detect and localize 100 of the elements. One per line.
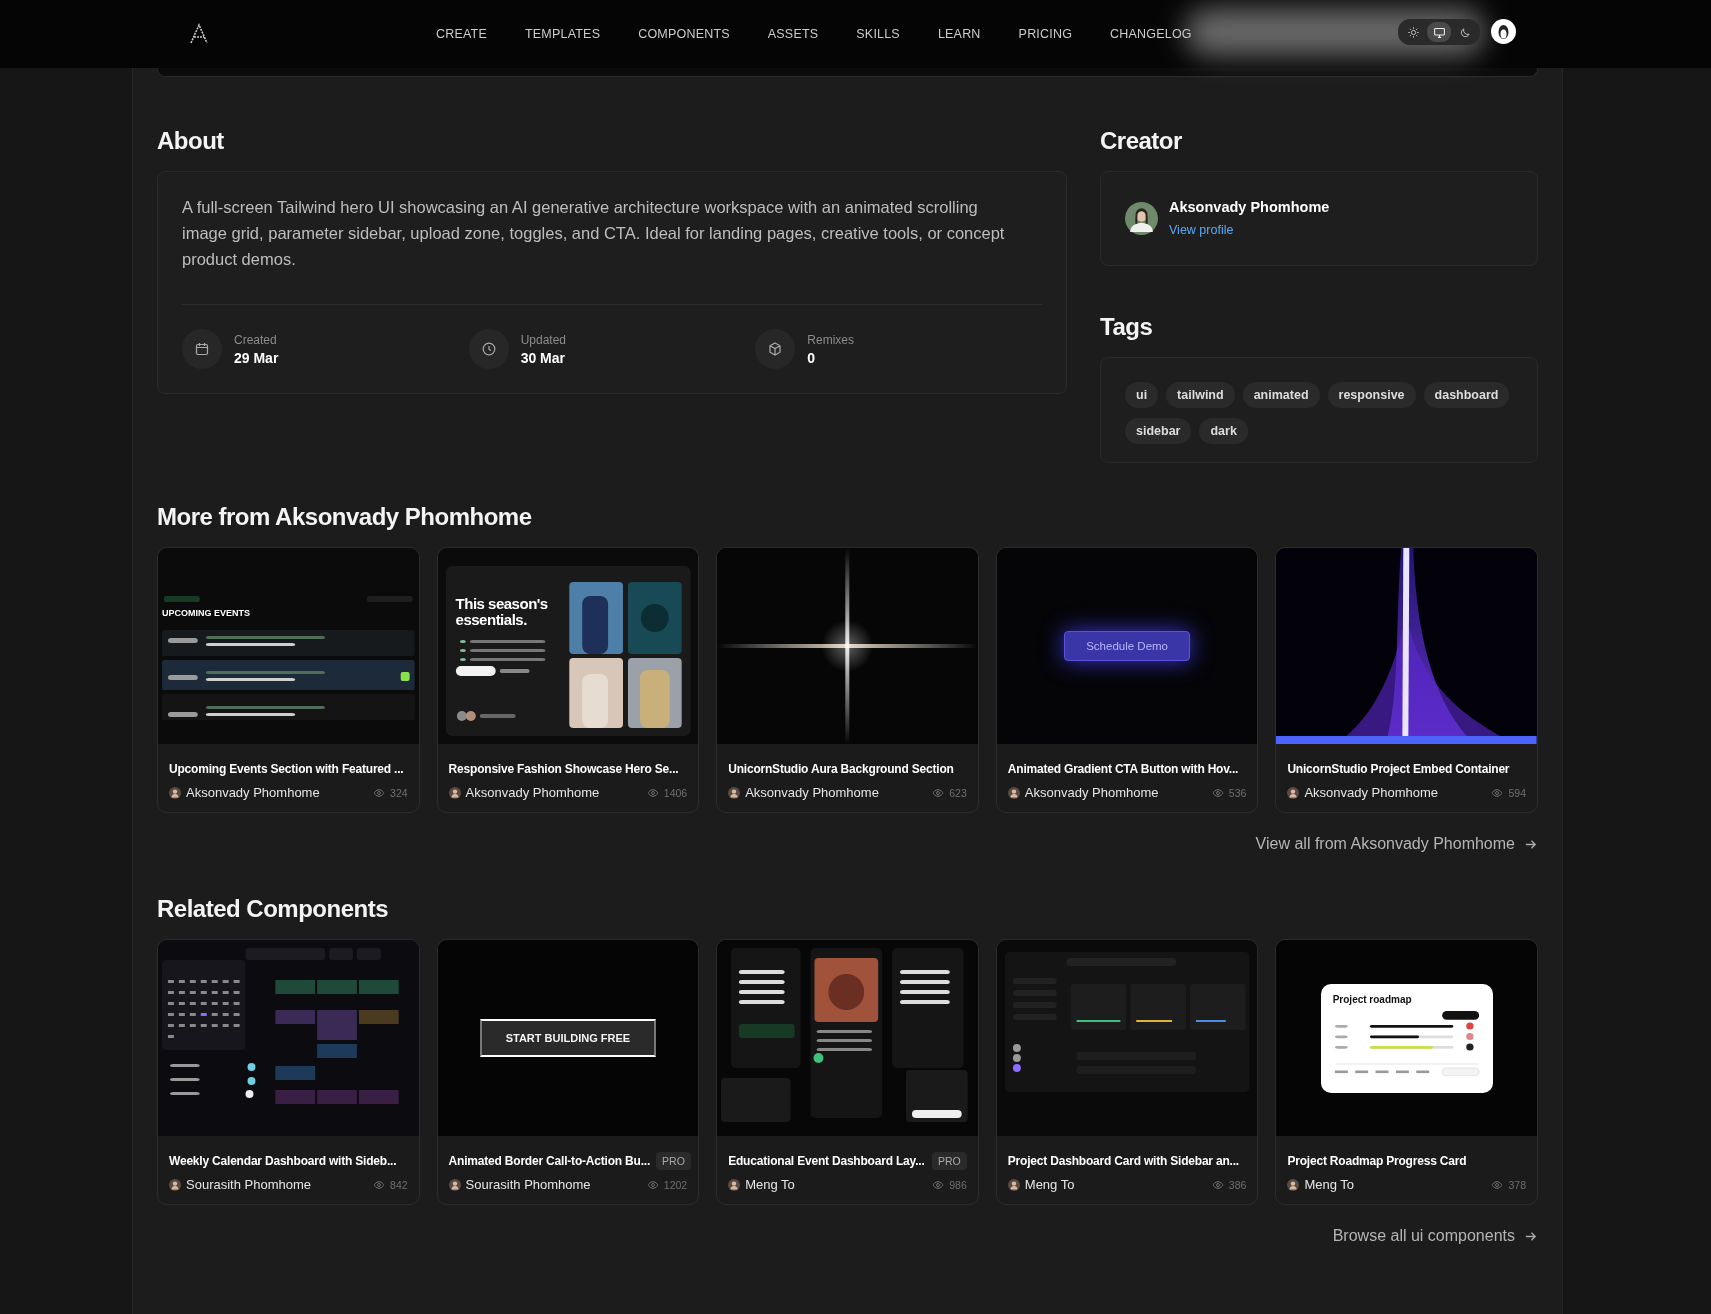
clock-icon — [480, 341, 497, 357]
tag-chip[interactable]: dark — [1199, 418, 1248, 444]
author-name: Aksonvady Phomhome — [465, 785, 601, 800]
preview-heading: UPCOMING EVENTS — [162, 608, 250, 618]
author-name: Sourasith Phomhome — [186, 1177, 312, 1192]
component-card[interactable]: This season's essentials. Responsive Fashion Showcase Hero Se... Aksonvady Phomhome 1406 — [436, 547, 700, 813]
eye-icon — [1491, 1178, 1504, 1191]
preview-heading: Project roadmap — [1332, 993, 1413, 1005]
author-name: Meng To — [1304, 1177, 1356, 1192]
pro-badge: PRO — [656, 1152, 691, 1170]
stat-label: Updated — [520, 332, 567, 347]
author-name: Aksonvady Phomhome — [186, 785, 321, 800]
tag-chip[interactable]: sidebar — [1125, 418, 1192, 444]
component-card[interactable]: Educational Event Dashboard Lay... PRO Meng To 986 — [716, 939, 979, 1205]
nav-link[interactable]: PRICING — [1018, 27, 1073, 41]
author-name: Aksonvady Phomhome — [1304, 785, 1440, 800]
nav-link[interactable]: CHANGELOG — [1110, 27, 1192, 41]
section-heading: Creator — [1100, 127, 1183, 155]
view-count: 536 — [1228, 786, 1247, 799]
card-title: Animated Border Call-to-Action Bu... — [448, 1154, 651, 1168]
pro-badge: PRO — [932, 1152, 967, 1170]
moon-icon — [1458, 25, 1472, 39]
nav-link[interactable]: SKILLS — [856, 27, 900, 41]
calendar-icon — [194, 341, 210, 357]
card-title: UnicornStudio Project Embed Container — [1287, 762, 1510, 776]
cube-icon — [767, 341, 784, 357]
eye-icon — [932, 786, 945, 799]
component-card[interactable]: Project roadmap Project Roadmap Progress Card Meng To 378 — [1275, 939, 1538, 1205]
author-name: Meng To — [1024, 1177, 1076, 1192]
eye-icon — [373, 1178, 386, 1191]
user-avatar-icon[interactable] — [1491, 19, 1516, 44]
component-card[interactable]: UnicornStudio Project Embed Container Aksonvady Phomhome 594 — [1275, 547, 1538, 813]
browse-all-link[interactable]: Browse all ui components — [1332, 1227, 1538, 1245]
nav-link[interactable]: LEARN — [937, 27, 981, 41]
author-name: Sourasith Phomhome — [465, 1177, 592, 1192]
author-name: Meng To — [745, 1177, 796, 1192]
card-title: Animated Gradient CTA Button with Hov... — [1007, 762, 1239, 776]
tag-chip[interactable]: tailwind — [1166, 382, 1235, 408]
eye-icon — [646, 786, 659, 799]
preview-button: Schedule Demo — [1064, 631, 1190, 661]
creator-name: Aksonvady Phomhome — [1169, 199, 1330, 215]
logo-icon[interactable] — [187, 22, 211, 46]
view-count: 842 — [390, 1178, 408, 1191]
nav-link[interactable]: ASSETS — [767, 27, 819, 41]
view-count: 324 — [390, 786, 408, 799]
nav-link[interactable]: CREATE — [436, 27, 487, 41]
card-title: Weekly Calendar Dashboard with Sideb... — [169, 1154, 397, 1168]
component-card[interactable]: UnicornStudio Aura Background Section Aksonvady Phomhome 623 — [716, 547, 979, 813]
nav-link[interactable]: COMPONENTS — [638, 27, 730, 41]
view-count: 1202 — [663, 1178, 688, 1191]
sun-icon — [1406, 25, 1420, 39]
card-title: Upcoming Events Section with Featured ... — [169, 762, 404, 776]
card-title: Project Dashboard Card with Sidebar an... — [1007, 1154, 1239, 1168]
component-card[interactable]: Weekly Calendar Dashboard with Sideb... Sourasith Phomhome 842 — [157, 939, 420, 1205]
card-title: Project Roadmap Progress Card — [1287, 1154, 1467, 1168]
avatar-icon — [448, 786, 461, 799]
section-heading: About — [157, 127, 225, 155]
avatar-icon — [1007, 786, 1020, 799]
stat-value: 0 — [807, 349, 817, 366]
author-name: Aksonvady Phomhome — [745, 785, 880, 800]
section-heading: Related Components — [157, 895, 390, 923]
eye-icon — [1211, 1178, 1224, 1191]
component-card[interactable]: UPCOMING EVENTS Upcoming Events Section with Featured ... Aksonvady Phomhome 324 — [157, 547, 420, 813]
description-text: A full-screen Tailwind hero UI showcasing an AI generative architecture workspace with an animated scrolling image grid, parameter sidebar, upload zone, toggles, and CTA. Ideal for landing pages, creative tools, or concept product demos. — [182, 197, 1006, 270]
view-all-link[interactable]: View all from Aksonvady Phomhome — [1255, 835, 1538, 853]
stat-value: 29 Mar — [234, 349, 279, 366]
tag-chip[interactable]: dashboard — [1423, 382, 1510, 408]
card-title: UnicornStudio Aura Background Section — [728, 762, 954, 776]
eye-icon — [373, 786, 386, 799]
theme-option[interactable] — [1427, 22, 1451, 42]
view-profile-link[interactable]: View profile — [1169, 223, 1234, 237]
card-title: Educational Event Dashboard Lay... — [728, 1154, 925, 1168]
avatar-icon — [1287, 1178, 1300, 1191]
component-card[interactable]: Schedule Demo Animated Gradient CTA Button with Hov... Aksonvady Phomhome 536 — [995, 547, 1259, 813]
monitor-icon — [1432, 25, 1446, 39]
eye-icon — [1211, 786, 1224, 799]
avatar-icon — [169, 1178, 181, 1191]
card-title: Responsive Fashion Showcase Hero Se... — [448, 762, 679, 776]
preview-heading: This season's essentials. — [455, 596, 549, 628]
preview-button: START BUILDING FREE — [479, 1019, 657, 1057]
section-heading: More from Aksonvady Phomhome — [157, 503, 533, 531]
eye-icon — [1491, 786, 1504, 799]
avatar-icon — [169, 786, 181, 799]
component-card[interactable]: Project Dashboard Card with Sidebar an... Meng To 386 — [995, 939, 1259, 1205]
view-count: 986 — [949, 1178, 967, 1191]
avatar-icon — [448, 1178, 461, 1191]
view-count: 623 — [949, 786, 967, 799]
tag-chip[interactable]: animated — [1242, 382, 1320, 408]
view-count: 378 — [1508, 1178, 1526, 1191]
view-count: 594 — [1508, 786, 1526, 799]
view-count: 1406 — [663, 786, 688, 799]
tag-chip[interactable]: responsive — [1327, 382, 1416, 408]
section-heading: Tags — [1100, 313, 1154, 341]
author-name: Aksonvady Phomhome — [1024, 785, 1160, 800]
avatar-icon — [728, 786, 741, 799]
component-card[interactable]: START BUILDING FREE Animated Border Call-to-Action Bu... PRO Sourasith Phomhome 1202 — [436, 939, 700, 1205]
tag-chip[interactable]: ui — [1125, 382, 1159, 408]
avatar-icon — [1125, 202, 1158, 235]
nav-link[interactable]: TEMPLATES — [525, 27, 601, 41]
avatar-icon — [1287, 786, 1300, 799]
